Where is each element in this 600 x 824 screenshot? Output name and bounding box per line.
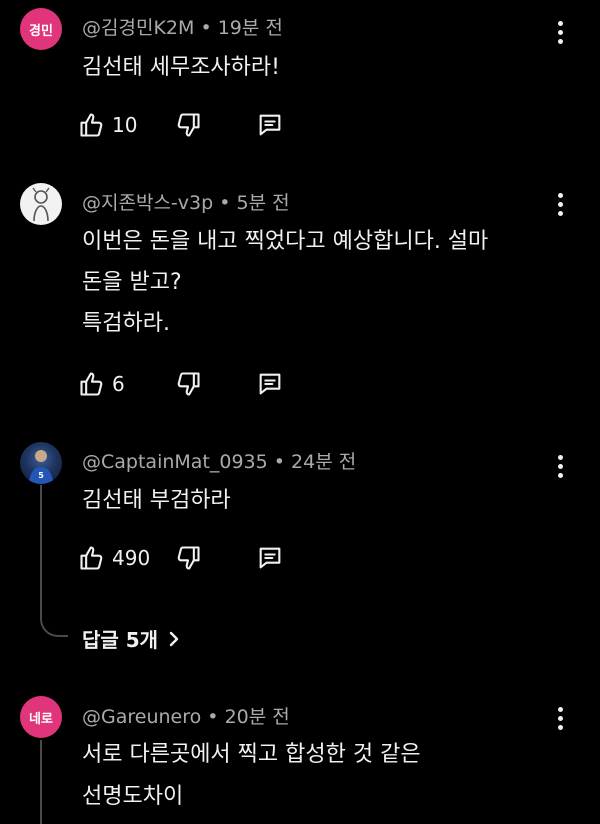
- more-vert-icon[interactable]: [548, 20, 572, 44]
- thread-line: [40, 740, 42, 824]
- avatar-initials: 경민: [29, 23, 53, 39]
- thumbs-up-icon: [80, 113, 103, 137]
- dislike-button[interactable]: [174, 367, 202, 401]
- comment-icon: [259, 547, 281, 569]
- avatar-photo: 5: [29, 450, 53, 484]
- like-count: 6: [112, 372, 125, 396]
- comment-text-line: 서로 다른곳에서 찍고 합성한 것 같은: [82, 742, 421, 767]
- comment-text-line: 선명도차이: [82, 784, 184, 809]
- avatar[interactable]: 경민: [20, 8, 62, 50]
- more-vert-icon[interactable]: [548, 192, 572, 216]
- comment-time: 19분 전: [217, 17, 283, 39]
- more-vert-icon[interactable]: [548, 454, 572, 478]
- like-button[interactable]: 6: [78, 367, 125, 401]
- comment-author[interactable]: @지존박스-v3p: [82, 192, 213, 214]
- like-count: 10: [112, 113, 138, 137]
- comment-time: 5분 전: [236, 192, 290, 214]
- thumbs-up-icon: [80, 546, 103, 570]
- replies-label: 답글 5개: [82, 628, 159, 652]
- avatar[interactable]: 네로: [20, 696, 62, 738]
- meta-separator: •: [200, 17, 212, 39]
- comment-icon: [259, 373, 281, 395]
- thread-curve: [40, 611, 68, 637]
- thread-line: [40, 485, 42, 613]
- avatar[interactable]: 5: [20, 442, 62, 484]
- svg-text:5: 5: [38, 471, 44, 480]
- more-vert-icon[interactable]: [548, 706, 572, 730]
- comment-actions: 10: [78, 108, 318, 142]
- comment-text-line: 김선태 세무조사하라!: [82, 55, 280, 80]
- comment-time: 20분 전: [224, 706, 290, 728]
- like-count: 490: [112, 546, 151, 570]
- dislike-button[interactable]: [174, 541, 202, 575]
- comment-author[interactable]: @CaptainMat_0935: [82, 451, 268, 473]
- chevron-right-icon: [169, 631, 179, 646]
- comment-text-line: 특검하라.: [82, 311, 170, 336]
- comment-author[interactable]: @김경민K2M: [82, 17, 194, 39]
- comment-meta: @김경민K2M • 19분 전: [82, 13, 283, 40]
- reply-button[interactable]: [256, 367, 284, 401]
- comment-meta: @지존박스-v3p • 5분 전: [82, 188, 290, 215]
- thumbs-down-icon: [177, 546, 200, 570]
- comment-icon: [259, 114, 281, 136]
- thumbs-up-icon: [80, 372, 103, 396]
- comment-actions: 490: [78, 541, 318, 575]
- like-button[interactable]: 490: [78, 541, 150, 575]
- meta-separator: •: [207, 706, 219, 728]
- comment-meta: @CaptainMat_0935 • 24분 전: [82, 447, 356, 474]
- meta-separator: •: [219, 192, 231, 214]
- avatar[interactable]: [20, 183, 62, 225]
- reply-button[interactable]: [256, 541, 284, 575]
- comment-text-line: 김선태 부검하라: [82, 488, 231, 513]
- avatar-illustration: [32, 187, 50, 222]
- avatar-initials: 네로: [29, 711, 53, 727]
- comment-text-line: 이번은 돈을 내고 찍었다고 예상합니다. 설마: [82, 229, 489, 254]
- view-replies-button[interactable]: 답글 5개: [82, 624, 182, 653]
- comment-actions: 6: [78, 367, 318, 401]
- thumbs-down-icon: [177, 113, 200, 137]
- comment-author[interactable]: @Gareunero: [82, 706, 201, 728]
- comment-time: 24분 전: [291, 451, 357, 473]
- dislike-button[interactable]: [174, 108, 202, 142]
- comment-meta: @Gareunero • 20분 전: [82, 702, 290, 729]
- like-button[interactable]: 10: [78, 108, 137, 142]
- meta-separator: •: [273, 451, 285, 473]
- reply-button[interactable]: [256, 108, 284, 142]
- thumbs-down-icon: [177, 372, 200, 396]
- comment-text-line: 돈을 받고?: [82, 270, 182, 295]
